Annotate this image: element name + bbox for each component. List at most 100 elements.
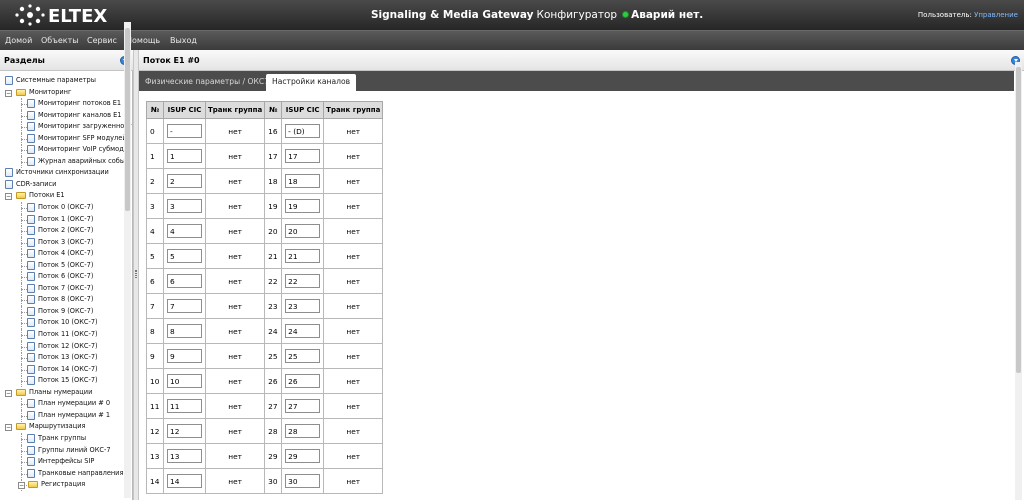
sidebar-item[interactable]: Транковые направления <box>0 467 124 480</box>
menu-item-exit[interactable]: Выход <box>170 36 197 45</box>
menu-item-help[interactable]: Помощь <box>126 36 160 45</box>
isup-cic-input[interactable] <box>167 349 202 363</box>
sidebar-item[interactable]: Поток 2 (ОКС-7) <box>0 225 124 238</box>
isup-cic-input[interactable] <box>285 249 321 263</box>
sidebar-item[interactable]: − Планы нумерации <box>0 387 124 399</box>
sidebar-item[interactable]: − Регистрация <box>0 479 124 492</box>
sidebar-item[interactable]: Поток 11 (ОКС-7) <box>0 329 124 342</box>
content-scrollbar-thumb[interactable] <box>1016 67 1021 373</box>
sidebar-item[interactable]: Поток 13 (ОКС-7) <box>0 352 124 365</box>
isup-cic-input[interactable] <box>167 124 202 138</box>
isup-cic-input[interactable] <box>285 224 321 238</box>
expander-icon[interactable]: − <box>5 89 12 97</box>
tab-channel-settings[interactable]: Настройки каналов <box>266 74 357 91</box>
isup-cic-input[interactable] <box>285 374 321 388</box>
trunk-group-value: нет <box>323 318 384 344</box>
sidebar-item[interactable]: Мониторинг загруженност <box>0 121 132 134</box>
isup-cic-input[interactable] <box>285 299 321 313</box>
isup-cic-input[interactable] <box>167 149 202 163</box>
expander-icon[interactable]: − <box>5 389 12 397</box>
sidebar-item[interactable]: Журнал аварийных событ <box>0 155 129 168</box>
isup-cic-input[interactable] <box>285 274 321 288</box>
tab-physical-params[interactable]: Физические параметры / ОКС7 <box>139 74 275 91</box>
sidebar-item-label: Поток 14 (ОКС-7) <box>38 364 98 373</box>
sidebar-item[interactable]: Системные параметры <box>0 75 124 87</box>
sidebar-item[interactable]: Источники синхронизации <box>0 167 124 179</box>
menu-item-service[interactable]: Сервис <box>87 36 117 45</box>
sidebar-item[interactable]: CDR-записи <box>0 179 124 191</box>
title-main: Signaling & Media Gateway <box>371 9 534 21</box>
sidebar-item[interactable]: Мониторинг потоков E1 <box>0 98 124 111</box>
expander-icon[interactable]: − <box>5 424 12 432</box>
sidebar-item[interactable]: Мониторинг каналов E1 <box>0 109 124 122</box>
tree-connector <box>21 398 22 411</box>
isup-cic-input[interactable] <box>285 199 321 213</box>
isup-cic-input[interactable] <box>285 349 321 363</box>
sidebar-item[interactable]: Поток 14 (ОКС-7) <box>0 363 124 376</box>
sidebar-item[interactable]: Мониторинг SFP модулей <box>0 132 127 145</box>
isup-cic-input[interactable] <box>285 424 321 438</box>
isup-cic-input[interactable] <box>167 324 202 338</box>
isup-cic-input[interactable] <box>285 124 321 138</box>
isup-cic-input[interactable] <box>167 399 202 413</box>
tree-scrollbar-thumb[interactable] <box>125 28 130 211</box>
sidebar-item[interactable]: − Мониторинг <box>0 87 124 99</box>
tree-connector <box>21 98 22 111</box>
sidebar-item[interactable]: Транк группы <box>0 432 124 445</box>
expander-icon[interactable]: − <box>5 193 12 201</box>
sidebar-item[interactable]: Поток 10 (ОКС-7) <box>0 317 124 330</box>
sidebar-item[interactable]: Поток 6 (ОКС-7) <box>0 271 124 284</box>
alarm-status-icon <box>622 11 630 18</box>
menu-item-home[interactable]: Домой <box>5 36 32 45</box>
isup-cic-input[interactable] <box>167 174 202 188</box>
sidebar-item[interactable]: План нумерации # 1 <box>0 409 124 422</box>
sidebar-item[interactable]: Мониторинг VoIP субмоду <box>0 144 128 157</box>
trunk-group-value: нет <box>204 468 266 494</box>
expander-icon[interactable]: − <box>18 482 25 490</box>
isup-cic-input[interactable] <box>285 474 321 488</box>
isup-cic-input[interactable] <box>167 249 202 263</box>
isup-cic-input[interactable] <box>285 399 321 413</box>
sidebar-item[interactable]: Интерфейсы SIP <box>0 456 124 469</box>
isup-cic-input[interactable] <box>285 324 321 338</box>
sidebar-item[interactable]: Поток 3 (ОКС-7) <box>0 236 124 249</box>
sidebar-item[interactable]: − Маршрутизация <box>0 421 124 433</box>
isup-cic-input[interactable] <box>167 449 202 463</box>
sidebar-item[interactable]: Поток 12 (ОКС-7) <box>0 340 124 353</box>
sidebar-item[interactable]: Поток 9 (ОКС-7) <box>0 305 124 318</box>
col-trunk-group-2: Транк группа <box>323 101 384 119</box>
isup-cic-input[interactable] <box>167 224 202 238</box>
sidebar-item[interactable]: Поток 5 (ОКС-7) <box>0 259 124 272</box>
sidebar-item[interactable]: План нумерации # 0 <box>0 398 124 411</box>
folder-icon <box>16 192 26 200</box>
tree-scrollbar[interactable] <box>124 22 131 498</box>
user-name-link[interactable]: Управление <box>974 11 1018 19</box>
channel-number: 18 <box>264 168 283 194</box>
splitter-grip-icon[interactable] <box>135 270 137 278</box>
isup-cic-input[interactable] <box>167 374 202 388</box>
isup-cic-input[interactable] <box>167 274 202 288</box>
trunk-group-value: нет <box>323 118 384 144</box>
isup-cic-input[interactable] <box>285 449 321 463</box>
isup-cic-input[interactable] <box>167 474 202 488</box>
menu-item-objects[interactable]: Объекты <box>41 36 79 45</box>
isup-cic-input[interactable] <box>167 199 202 213</box>
sidebar-item[interactable]: Поток 4 (ОКС-7) <box>0 248 124 261</box>
isup-cic-input[interactable] <box>285 174 321 188</box>
sidebar-item[interactable]: − Потоки E1 <box>0 190 124 202</box>
sidebar-item-label: Поток 0 (ОКС-7) <box>38 203 94 212</box>
sidebar-item[interactable]: Поток 0 (ОКС-7) <box>0 202 124 215</box>
content-scrollbar[interactable] <box>1015 62 1022 500</box>
tree-connector <box>21 121 22 134</box>
isup-cic-input[interactable] <box>167 424 202 438</box>
sidebar-item[interactable]: Поток 1 (ОКС-7) <box>0 213 124 226</box>
tree-connector <box>21 248 22 261</box>
sidebar-item[interactable]: Группы линий ОКС-7 <box>0 444 124 457</box>
isup-cic-input[interactable] <box>167 299 202 313</box>
sidebar-item-label: Поток 10 (ОКС-7) <box>38 318 98 327</box>
document-icon <box>27 145 35 155</box>
isup-cic-input[interactable] <box>285 149 321 163</box>
sidebar-item[interactable]: Поток 15 (ОКС-7) <box>0 375 124 388</box>
sidebar-item[interactable]: Поток 7 (ОКС-7) <box>0 282 124 295</box>
sidebar-item[interactable]: Поток 8 (ОКС-7) <box>0 294 124 307</box>
